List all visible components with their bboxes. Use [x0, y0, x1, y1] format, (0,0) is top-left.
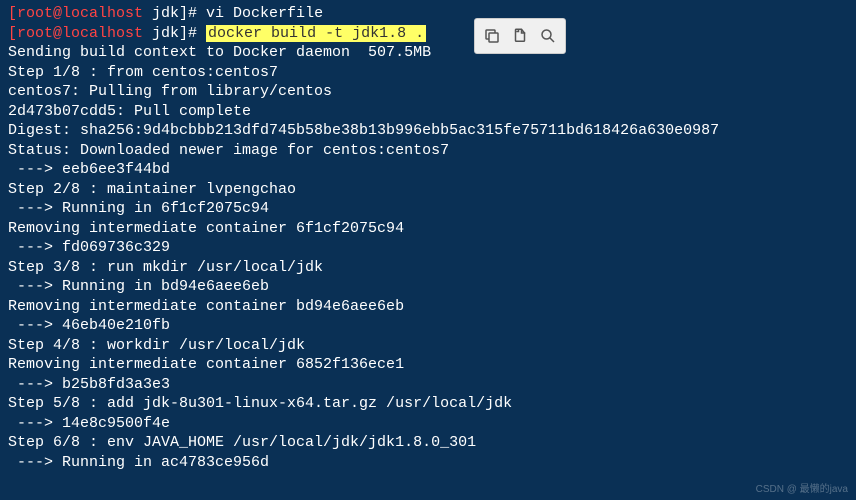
output-line: Step 3/8 : run mkdir /usr/local/jdk — [8, 258, 848, 278]
output-line: Step 2/8 : maintainer lvpengchao — [8, 180, 848, 200]
code-toolbar — [474, 18, 566, 54]
output-line: ---> 46eb40e210fb — [8, 316, 848, 336]
output-line: 2d473b07cdd5: Pull complete — [8, 102, 848, 122]
output-line: Status: Downloaded newer image for cento… — [8, 141, 848, 161]
output-line: ---> Running in bd94e6aee6eb — [8, 277, 848, 297]
output-line: Removing intermediate container 6852f136… — [8, 355, 848, 375]
watermark: CSDN @ 最懒的java — [756, 483, 848, 496]
prompt-user: [root@localhost — [8, 5, 143, 22]
output-line: centos7: Pulling from library/centos — [8, 82, 848, 102]
output-line: ---> Running in ac4783ce956d — [8, 453, 848, 473]
prompt-user: [root@localhost — [8, 25, 143, 42]
output-line: Step 4/8 : workdir /usr/local/jdk — [8, 336, 848, 356]
command-text: vi Dockerfile — [206, 5, 323, 22]
output-line: ---> b25b8fd3a3e3 — [8, 375, 848, 395]
prompt-path: jdk]# — [143, 25, 206, 42]
prompt-line-2: [root@localhost jdk]# docker build -t jd… — [8, 24, 848, 44]
copy-file-icon[interactable] — [507, 23, 533, 49]
output-line: Removing intermediate container bd94e6ae… — [8, 297, 848, 317]
output-line: Step 5/8 : add jdk-8u301-linux-x64.tar.g… — [8, 394, 848, 414]
output-line: ---> fd069736c329 — [8, 238, 848, 258]
search-icon[interactable] — [535, 23, 561, 49]
output-line: Sending build context to Docker daemon 5… — [8, 43, 848, 63]
output-line: ---> Running in 6f1cf2075c94 — [8, 199, 848, 219]
output-line: Digest: sha256:9d4bcbbb213dfd745b58be38b… — [8, 121, 848, 141]
output-line: Removing intermediate container 6f1cf207… — [8, 219, 848, 239]
output-line: ---> eeb6ee3f44bd — [8, 160, 848, 180]
prompt-line-1: [root@localhost jdk]# vi Dockerfile — [8, 4, 848, 24]
output-line: Step 1/8 : from centos:centos7 — [8, 63, 848, 83]
output-line: Step 6/8 : env JAVA_HOME /usr/local/jdk/… — [8, 433, 848, 453]
highlighted-command: docker build -t jdk1.8 . — [206, 25, 426, 42]
output-line: ---> 14e8c9500f4e — [8, 414, 848, 434]
copy-icon[interactable] — [479, 23, 505, 49]
output-block: Sending build context to Docker daemon 5… — [8, 43, 848, 472]
terminal-output: [root@localhost jdk]# vi Dockerfile [roo… — [0, 0, 856, 476]
prompt-path: jdk]# — [143, 5, 206, 22]
